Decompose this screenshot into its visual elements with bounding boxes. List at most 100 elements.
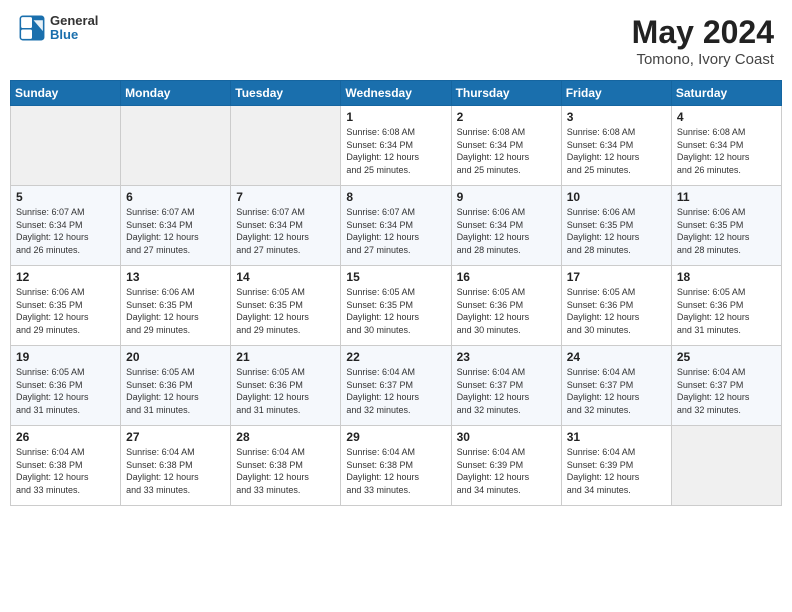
calendar-cell: 27Sunrise: 6:04 AM Sunset: 6:38 PM Dayli… <box>121 426 231 506</box>
weekday-header-wednesday: Wednesday <box>341 81 451 106</box>
day-number: 18 <box>677 270 776 284</box>
day-number: 28 <box>236 430 335 444</box>
weekday-header-tuesday: Tuesday <box>231 81 341 106</box>
day-number: 1 <box>346 110 445 124</box>
calendar-cell: 3 Sunrise: 6:08 AM Sunset: 6:34 PM Daylig… <box>561 106 671 186</box>
day-number: 3 <box>567 110 666 124</box>
day-info: Sunrise: 6:07 AM Sunset: 6:34 PM Dayligh… <box>126 206 225 256</box>
day-number: 12 <box>16 270 115 284</box>
day-number: 27 <box>126 430 225 444</box>
calendar-cell: 20 Sunrise: 6:05 AM Sunset: 6:36 PM Dayli… <box>121 346 231 426</box>
calendar-cell: 5 Sunrise: 6:07 AM Sunset: 6:34 PM Daylig… <box>11 186 121 266</box>
weekday-header-saturday: Saturday <box>671 81 781 106</box>
day-number: 23 <box>457 350 556 364</box>
calendar-cell: 23 Sunrise: 6:04 AM Sunset: 6:37 PM Dayli… <box>451 346 561 426</box>
day-info: Sunrise: 6:06 AM Sunset: 6:34 PM Dayligh… <box>457 206 556 256</box>
calendar-cell: 24Sunrise: 6:04 AM Sunset: 6:37 PM Dayli… <box>561 346 671 426</box>
day-number: 11 <box>677 190 776 204</box>
day-info: Sunrise: 6:04 AM Sunset: 6:39 PM Dayligh… <box>457 446 556 496</box>
logo-icon <box>18 14 46 42</box>
day-number: 31 <box>567 430 666 444</box>
day-info: Sunrise: 6:08 AM Sunset: 6:34 PM Dayligh… <box>567 126 666 176</box>
calendar-cell: 16Sunrise: 6:05 AM Sunset: 6:36 PM Dayli… <box>451 266 561 346</box>
day-number: 29 <box>346 430 445 444</box>
day-number: 14 <box>236 270 335 284</box>
day-number: 21 <box>236 350 335 364</box>
day-number: 19 <box>16 350 115 364</box>
day-number: 7 <box>236 190 335 204</box>
weekday-header-row: SundayMondayTuesdayWednesdayThursdayFrid… <box>11 81 782 106</box>
calendar-cell: 6 Sunrise: 6:07 AM Sunset: 6:34 PM Daylig… <box>121 186 231 266</box>
day-info: Sunrise: 6:07 AM Sunset: 6:34 PM Dayligh… <box>236 206 335 256</box>
day-info: Sunrise: 6:05 AM Sunset: 6:36 PM Dayligh… <box>126 366 225 416</box>
calendar-week-3: 12 Sunrise: 6:06 AM Sunset: 6:35 PM Dayli… <box>11 266 782 346</box>
day-info: Sunrise: 6:04 AM Sunset: 6:37 PM Dayligh… <box>677 366 776 416</box>
day-number: 24 <box>567 350 666 364</box>
day-info: Sunrise: 6:08 AM Sunset: 6:34 PM Dayligh… <box>457 126 556 176</box>
day-number: 6 <box>126 190 225 204</box>
title-block: May 2024 Tomono, Ivory Coast <box>632 14 774 68</box>
day-info: Sunrise: 6:07 AM Sunset: 6:34 PM Dayligh… <box>16 206 115 256</box>
day-info: Sunrise: 6:06 AM Sunset: 6:35 PM Dayligh… <box>677 206 776 256</box>
day-info: Sunrise: 6:04 AM Sunset: 6:38 PM Dayligh… <box>16 446 115 496</box>
calendar-cell: 22 Sunrise: 6:04 AM Sunset: 6:37 PM Dayli… <box>341 346 451 426</box>
calendar-cell: 21Sunrise: 6:05 AM Sunset: 6:36 PM Dayli… <box>231 346 341 426</box>
day-number: 9 <box>457 190 556 204</box>
logo-text: General Blue <box>50 14 98 43</box>
calendar-cell <box>121 106 231 186</box>
calendar-cell: 11 Sunrise: 6:06 AM Sunset: 6:35 PM Dayli… <box>671 186 781 266</box>
day-info: Sunrise: 6:05 AM Sunset: 6:35 PM Dayligh… <box>236 286 335 336</box>
calendar-cell: 29 Sunrise: 6:04 AM Sunset: 6:38 PM Dayli… <box>341 426 451 506</box>
day-info: Sunrise: 6:06 AM Sunset: 6:35 PM Dayligh… <box>126 286 225 336</box>
day-info: Sunrise: 6:05 AM Sunset: 6:36 PM Dayligh… <box>567 286 666 336</box>
calendar-table: SundayMondayTuesdayWednesdayThursdayFrid… <box>10 80 782 506</box>
calendar-week-4: 19 Sunrise: 6:05 AM Sunset: 6:36 PM Dayli… <box>11 346 782 426</box>
day-info: Sunrise: 6:04 AM Sunset: 6:38 PM Dayligh… <box>346 446 445 496</box>
weekday-header-thursday: Thursday <box>451 81 561 106</box>
day-number: 10 <box>567 190 666 204</box>
day-info: Sunrise: 6:04 AM Sunset: 6:39 PM Dayligh… <box>567 446 666 496</box>
calendar-cell: 14 Sunrise: 6:05 AM Sunset: 6:35 PM Dayli… <box>231 266 341 346</box>
calendar-week-1: 1 Sunrise: 6:08 AM Sunset: 6:34 PM Daylig… <box>11 106 782 186</box>
day-number: 5 <box>16 190 115 204</box>
weekday-header-monday: Monday <box>121 81 231 106</box>
day-number: 17 <box>567 270 666 284</box>
calendar-cell: 15 Sunrise: 6:05 AM Sunset: 6:35 PM Dayli… <box>341 266 451 346</box>
day-info: Sunrise: 6:05 AM Sunset: 6:35 PM Dayligh… <box>346 286 445 336</box>
day-number: 30 <box>457 430 556 444</box>
day-number: 13 <box>126 270 225 284</box>
day-number: 22 <box>346 350 445 364</box>
logo-general: General <box>50 14 98 28</box>
day-info: Sunrise: 6:05 AM Sunset: 6:36 PM Dayligh… <box>16 366 115 416</box>
day-number: 4 <box>677 110 776 124</box>
calendar-cell: 13 Sunrise: 6:06 AM Sunset: 6:35 PM Dayli… <box>121 266 231 346</box>
day-number: 26 <box>16 430 115 444</box>
day-info: Sunrise: 6:05 AM Sunset: 6:36 PM Dayligh… <box>677 286 776 336</box>
day-info: Sunrise: 6:07 AM Sunset: 6:34 PM Dayligh… <box>346 206 445 256</box>
day-number: 20 <box>126 350 225 364</box>
calendar-cell: 9 Sunrise: 6:06 AM Sunset: 6:34 PM Daylig… <box>451 186 561 266</box>
calendar-cell: 1 Sunrise: 6:08 AM Sunset: 6:34 PM Daylig… <box>341 106 451 186</box>
day-info: Sunrise: 6:06 AM Sunset: 6:35 PM Dayligh… <box>16 286 115 336</box>
day-info: Sunrise: 6:04 AM Sunset: 6:37 PM Dayligh… <box>457 366 556 416</box>
calendar-week-2: 5 Sunrise: 6:07 AM Sunset: 6:34 PM Daylig… <box>11 186 782 266</box>
weekday-header-sunday: Sunday <box>11 81 121 106</box>
weekday-header-friday: Friday <box>561 81 671 106</box>
day-number: 25 <box>677 350 776 364</box>
calendar-cell: 30 Sunrise: 6:04 AM Sunset: 6:39 PM Dayli… <box>451 426 561 506</box>
day-info: Sunrise: 6:08 AM Sunset: 6:34 PM Dayligh… <box>346 126 445 176</box>
day-info: Sunrise: 6:08 AM Sunset: 6:34 PM Dayligh… <box>677 126 776 176</box>
calendar-cell: 8 Sunrise: 6:07 AM Sunset: 6:34 PM Daylig… <box>341 186 451 266</box>
day-number: 8 <box>346 190 445 204</box>
calendar-cell: 28 Sunrise: 6:04 AM Sunset: 6:38 PM Dayli… <box>231 426 341 506</box>
logo-blue: Blue <box>50 28 98 42</box>
day-number: 15 <box>346 270 445 284</box>
calendar-cell: 17 Sunrise: 6:05 AM Sunset: 6:36 PM Dayli… <box>561 266 671 346</box>
day-info: Sunrise: 6:04 AM Sunset: 6:37 PM Dayligh… <box>346 366 445 416</box>
day-info: Sunrise: 6:04 AM Sunset: 6:38 PM Dayligh… <box>236 446 335 496</box>
calendar-cell: 7 Sunrise: 6:07 AM Sunset: 6:34 PM Daylig… <box>231 186 341 266</box>
calendar-cell: 18 Sunrise: 6:05 AM Sunset: 6:36 PM Dayli… <box>671 266 781 346</box>
calendar-cell: 4 Sunrise: 6:08 AM Sunset: 6:34 PM Daylig… <box>671 106 781 186</box>
calendar-cell: 25 Sunrise: 6:04 AM Sunset: 6:37 PM Dayli… <box>671 346 781 426</box>
logo: General Blue <box>18 14 98 43</box>
